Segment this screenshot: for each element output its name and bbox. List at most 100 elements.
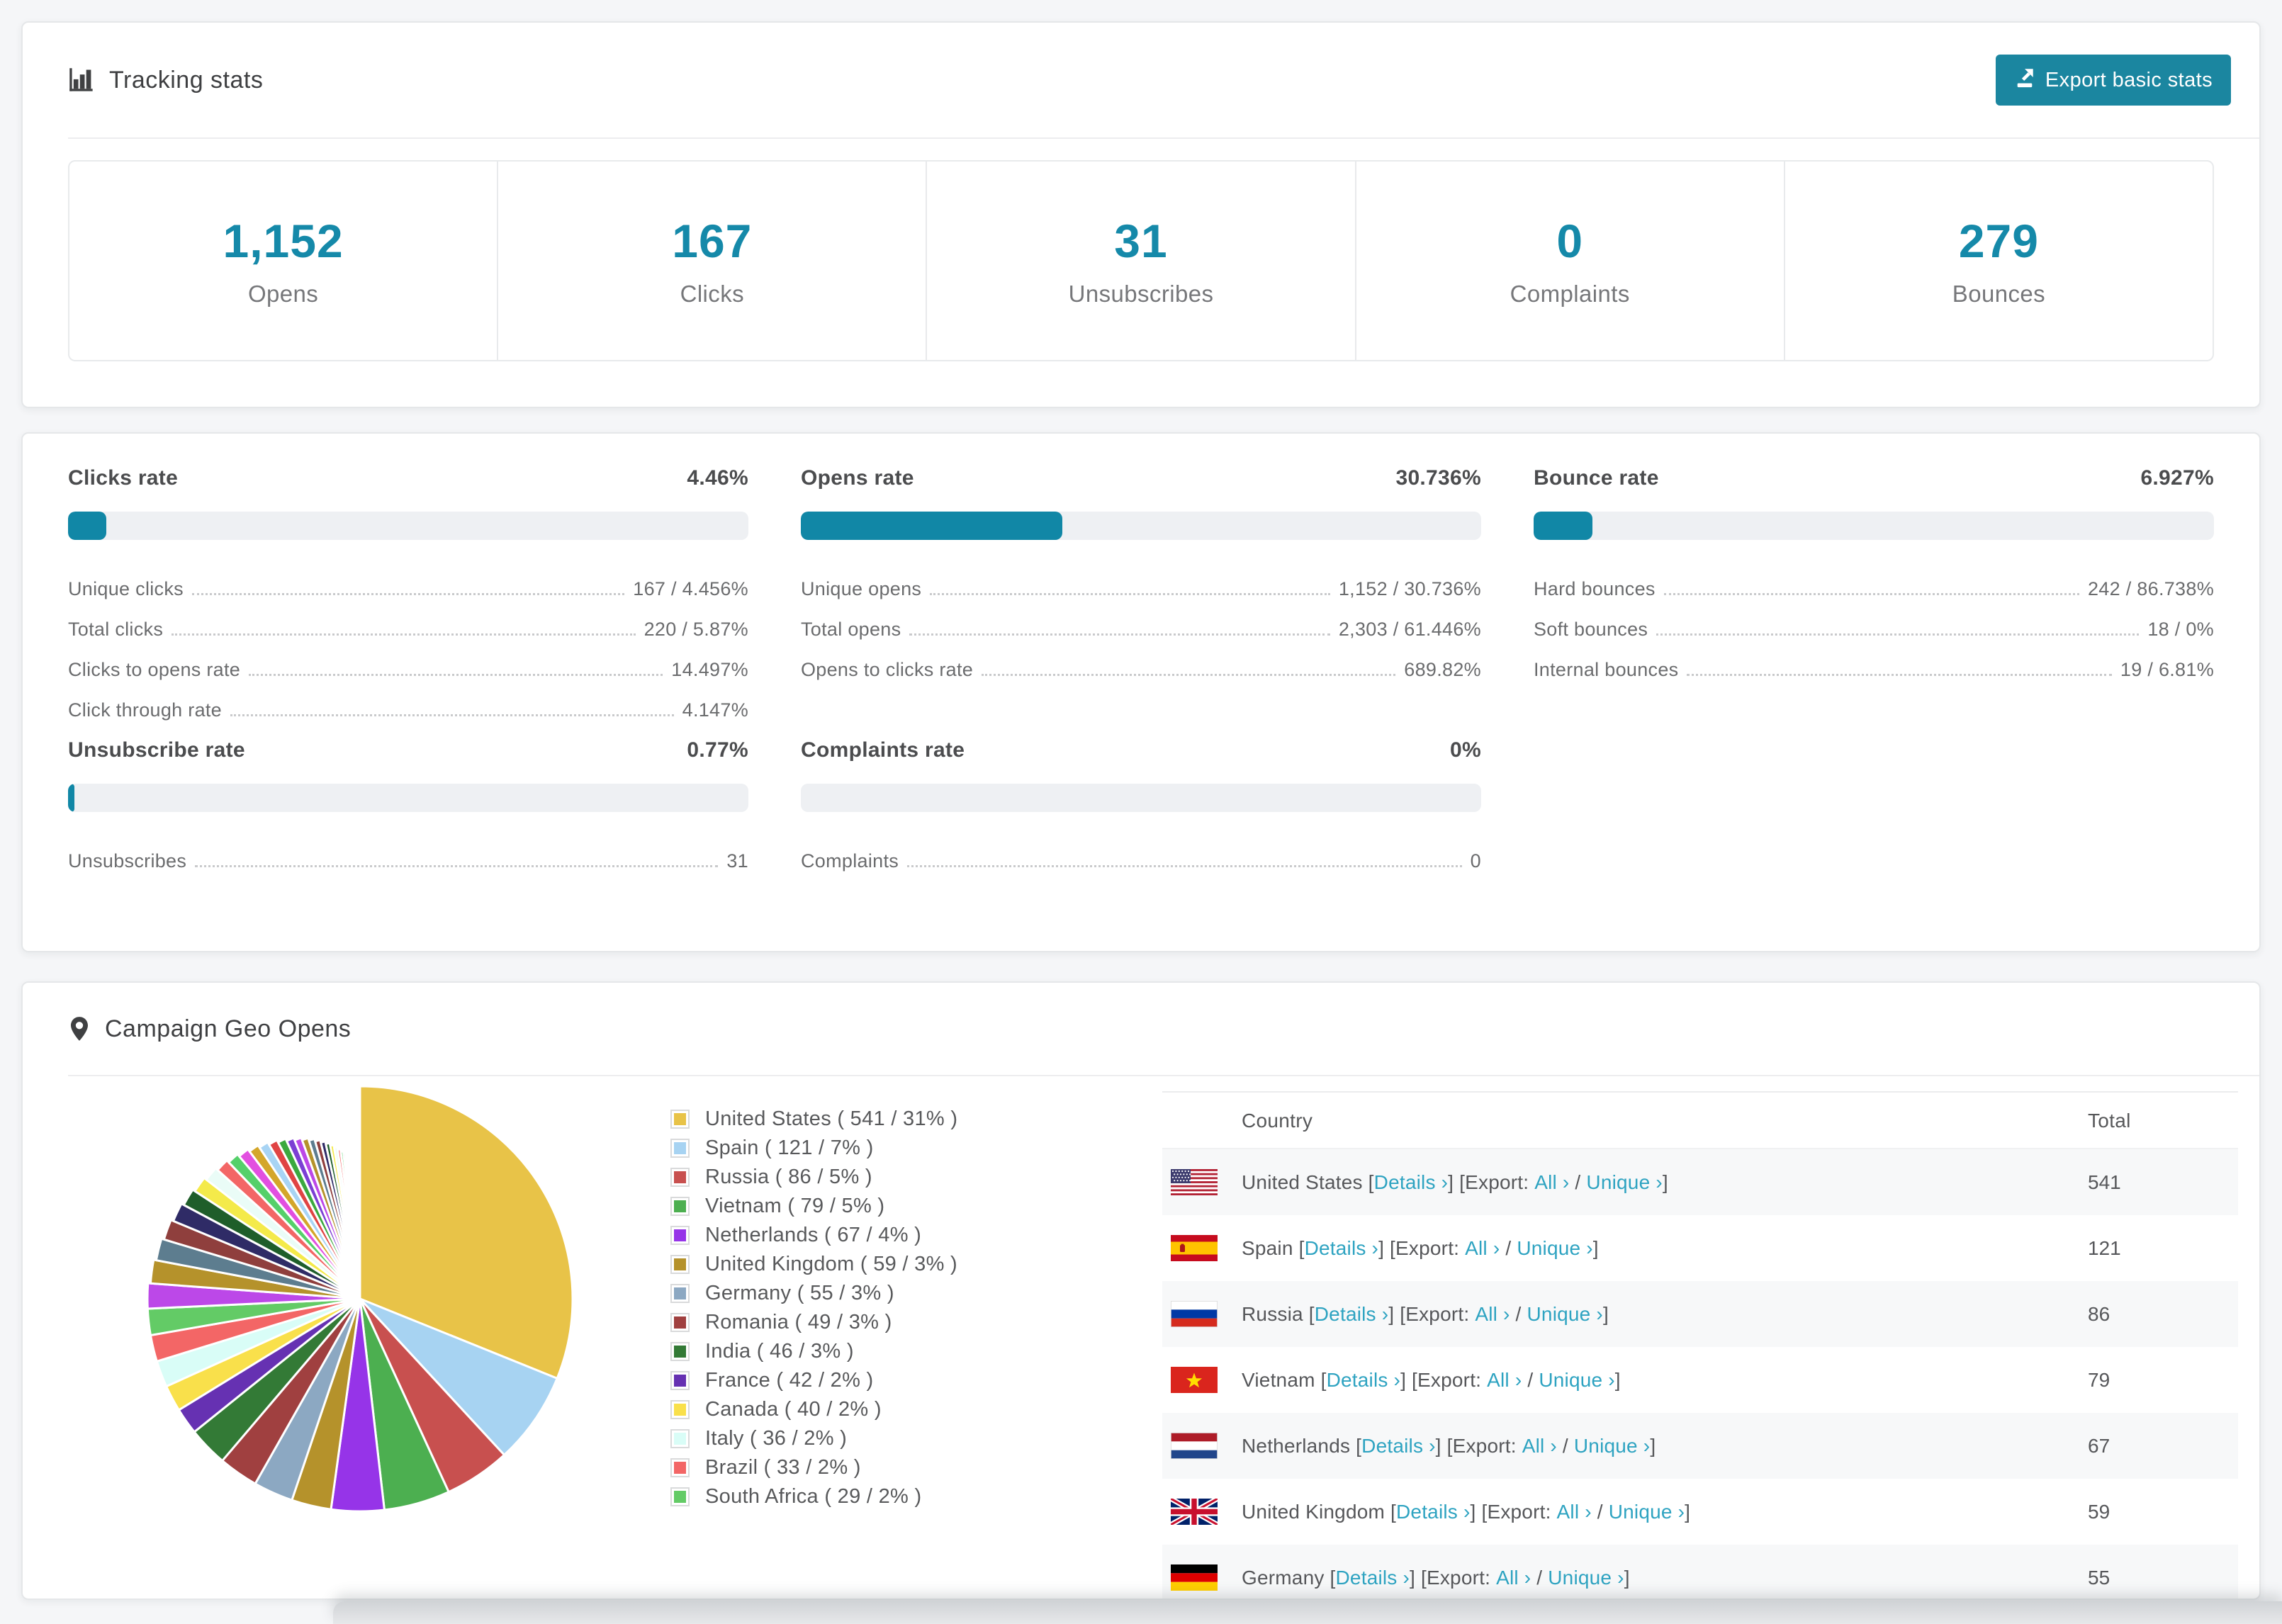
details-link[interactable]: Details › [1361,1435,1436,1457]
legend-item-south-africa[interactable]: South Africa ( 29 / 2% ) [670,1482,957,1511]
legend-item-spain[interactable]: Spain ( 121 / 7% ) [670,1134,957,1163]
vn-flag-icon [1171,1367,1218,1393]
legend-item-netherlands[interactable]: Netherlands ( 67 / 4% ) [670,1221,957,1250]
stat-cell-clicks: 167 Clicks [498,162,928,360]
details-link[interactable]: Details › [1305,1237,1379,1260]
export-icon [2014,67,2035,94]
export-all-link[interactable]: All › [1475,1303,1510,1326]
export-unique-link[interactable]: Unique › [1517,1237,1592,1260]
stat-value: 0 [1556,215,1584,267]
nl-flag-icon [1171,1433,1218,1459]
bracket: ] [ [1448,1171,1466,1193]
legend-label: Spain ( 121 / 7% ) [705,1137,874,1159]
stat-value: 31 [1114,215,1168,267]
legend-item-vietnam[interactable]: Vietnam ( 79 / 5% ) [670,1192,957,1221]
details-link[interactable]: Details › [1374,1171,1449,1194]
country-name: Vietnam [1242,1368,1315,1391]
legend-swatch [670,1487,690,1506]
geo-opens-pie-chart[interactable] [133,1072,587,1526]
export-all-link[interactable]: All › [1522,1435,1557,1457]
detail-label: Unique clicks [68,578,184,599]
export-all-link[interactable]: All › [1487,1369,1522,1392]
bracket: ] [1614,1368,1621,1391]
export-all-link[interactable]: All › [1465,1237,1500,1260]
bracket: ] [ [1378,1236,1396,1259]
rate-value: 30.736% [1395,466,1481,490]
legend-item-india[interactable]: India ( 46 / 3% ) [670,1337,957,1366]
legend-label: United States ( 541 / 31% ) [705,1107,958,1130]
pie-legend: United States ( 541 / 31% ) Spain ( 121 /… [670,1105,957,1511]
rate-detail-row: Click through rate 4.147% [68,684,748,724]
bracket: [ [1385,1500,1396,1523]
rate-progress-bar [68,784,748,812]
legend-swatch [670,1139,690,1158]
legend-item-romania[interactable]: Romania ( 49 / 3% ) [670,1308,957,1337]
legend-item-germany[interactable]: Germany ( 55 / 3% ) [670,1279,957,1308]
stat-cell-complaints: 0 Complaints [1356,162,1785,360]
geo-table-row-spain: Spain [Details ›] [Export: All › / Uniqu… [1162,1215,2238,1281]
export-all-link[interactable]: All › [1534,1171,1569,1194]
legend-item-united-states[interactable]: United States ( 541 / 31% ) [670,1105,957,1134]
bracket: ] [ [1410,1566,1427,1589]
detail-value: 4.147% [682,699,748,721]
export-unique-link[interactable]: Unique › [1609,1501,1685,1523]
export-label: Export: [1405,1302,1476,1325]
stat-value: 167 [672,215,753,267]
legend-item-canada[interactable]: Canada ( 40 / 2% ) [670,1395,957,1424]
rate-value: 4.46% [687,466,748,490]
country-name: Russia [1242,1302,1303,1325]
geo-table-row-netherlands: Netherlands [Details ›] [Export: All › /… [1162,1413,2238,1479]
legend-swatch [670,1255,690,1274]
detail-label: Total opens [801,619,901,640]
legend-item-united-kingdom[interactable]: United Kingdom ( 59 / 3% ) [670,1250,957,1279]
bracket: ] [1685,1500,1691,1523]
export-all-link[interactable]: All › [1557,1501,1592,1523]
rates-grid: Clicks rate 4.46% Unique clicks 167 / 4.456… [68,466,2214,875]
bracket: ] [1650,1434,1656,1457]
legend-item-brazil[interactable]: Brazil ( 33 / 2% ) [670,1453,957,1482]
stat-cell-opens: 1,152 Opens [69,162,499,360]
details-link[interactable]: Details › [1396,1501,1471,1523]
bottom-page-band [333,1601,2282,1624]
legend-swatch [670,1110,690,1129]
export-all-link[interactable]: All › [1496,1567,1531,1589]
legend-item-france[interactable]: France ( 42 / 2% ) [670,1366,957,1395]
details-link[interactable]: Details › [1327,1369,1401,1392]
es-flag-icon [1171,1235,1218,1261]
export-label: Export: [1452,1434,1522,1457]
detail-value: 18 / 0% [2147,619,2214,640]
details-link[interactable]: Details › [1315,1303,1389,1326]
export-unique-link[interactable]: Unique › [1539,1369,1614,1392]
geo-table-row-russia: Russia [Details ›] [Export: All › / Uniq… [1162,1281,2238,1347]
bracket: ] [ [1388,1302,1406,1325]
legend-label: United Kingdom ( 59 / 3% ) [705,1253,957,1275]
dotted-leader [172,633,636,636]
export-unique-link[interactable]: Unique › [1586,1171,1662,1194]
detail-value: 19 / 6.81% [2120,659,2214,680]
export-unique-link[interactable]: Unique › [1574,1435,1650,1457]
stats-strip: 1,152 Opens 167 Clicks 31 Unsubscribes 0 Compla… [68,160,2214,361]
rate-value: 0% [1450,738,1481,762]
country-name: Germany [1242,1566,1325,1589]
export-unique-link[interactable]: Unique › [1548,1567,1624,1589]
detail-label: Hard bounces [1534,578,1656,599]
rate-detail-row: Hard bounces 242 / 86.738% [1534,563,2214,603]
dotted-leader [1656,633,2140,636]
detail-value: 14.497% [671,659,748,680]
detail-value: 689.82% [1404,659,1481,680]
campaign-stats-page: { "colors": { "accent_teal": "#1b86a0", … [0,0,2282,1624]
export-unique-link[interactable]: Unique › [1527,1303,1603,1326]
campaign-geo-opens-card: Campaign Geo Opens United States ( 541 /… [21,981,2261,1600]
legend-label: Vietnam ( 79 / 5% ) [705,1195,885,1217]
details-link[interactable]: Details › [1336,1567,1410,1589]
rate-block-unsubscribe-rate: Unsubscribe rate 0.77% Unsubscribes 31 [68,738,748,875]
legend-item-russia[interactable]: Russia ( 86 / 5% ) [670,1163,957,1192]
slash: / [1531,1566,1548,1589]
legend-item-italy[interactable]: Italy ( 36 / 2% ) [670,1424,957,1453]
rate-title: Unsubscribe rate [68,738,245,762]
legend-swatch [670,1197,690,1216]
stat-label: Unsubscribes [1068,281,1214,307]
export-basic-stats-button[interactable]: Export basic stats [1995,55,2231,106]
rate-title: Clicks rate [68,466,179,490]
rate-title: Bounce rate [1534,466,1659,490]
